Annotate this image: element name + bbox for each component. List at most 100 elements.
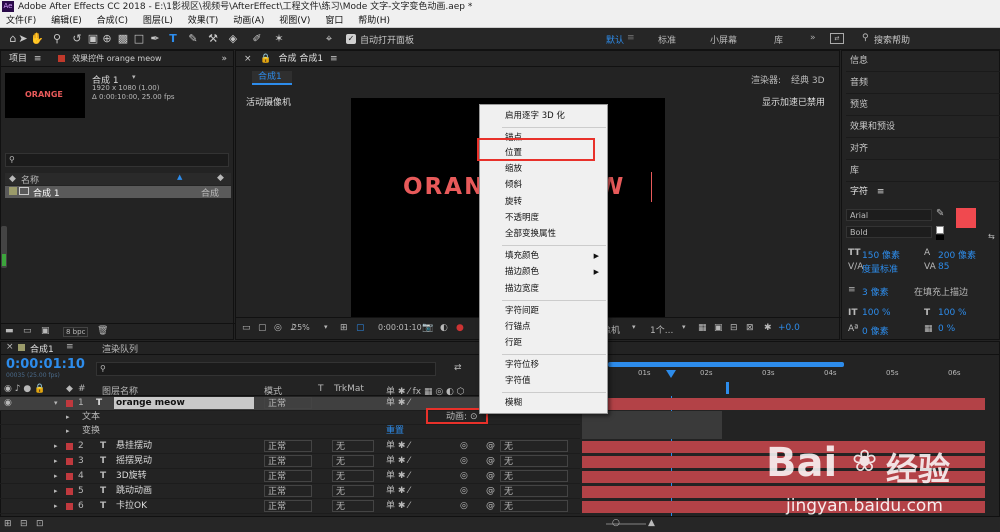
project-item-row[interactable]: 合成 1 合成 (5, 186, 231, 199)
grid-icon[interactable]: ⊞ (340, 323, 348, 333)
menu-item-char-offset[interactable]: 字符位移 (505, 359, 605, 372)
menu-item-tracking[interactable]: 字符间距 (505, 305, 605, 318)
stroke-mode-dropdown[interactable]: 在填充上描边 (914, 285, 968, 298)
timeline-icon[interactable]: ⊟ (730, 323, 738, 333)
time-ruler[interactable]: 01s 02s 03s 04s 05s 06s (582, 360, 985, 396)
mode-dropdown[interactable]: 正常 (264, 455, 312, 467)
menu-item-stroke-color[interactable]: 描边颜色 ▶ (505, 266, 605, 279)
label-swatch[interactable] (66, 443, 73, 450)
snapshot-icon[interactable]: 📷 (422, 323, 433, 333)
search-help-input[interactable]: 搜索帮助 (874, 33, 910, 46)
camera-tool-icon[interactable]: ▣ (86, 32, 100, 46)
baseline-value[interactable]: 0 像素 (862, 324, 889, 337)
motion-blur-icon[interactable]: ◎ (460, 485, 468, 498)
orbit-tool-icon[interactable]: ⊕ (100, 32, 114, 46)
zoom-tool-icon[interactable]: ⚲ (50, 32, 64, 46)
hscale-value[interactable]: 100 % (938, 308, 967, 318)
puppet-tool-icon[interactable]: ✶ (272, 32, 286, 46)
exposure-icon[interactable]: ✱ (764, 323, 772, 333)
layer-name[interactable]: orange meow (114, 397, 254, 409)
expand-down-icon[interactable]: ▾ (54, 397, 58, 410)
exposure-value[interactable]: +0.0 (778, 323, 800, 333)
panel-preview[interactable]: 预览 (846, 94, 1000, 116)
label-swatch[interactable] (66, 400, 73, 407)
black-swatch[interactable] (936, 235, 944, 240)
parent-dropdown[interactable]: 无 (500, 455, 568, 467)
close-icon[interactable]: × (244, 54, 252, 64)
dropdown-arrow-icon[interactable]: ▾ (132, 73, 136, 81)
renderer-value[interactable]: 经典 3D (791, 73, 825, 86)
motion-blur-icon[interactable]: ◎ (460, 440, 468, 453)
menu-item-char-value[interactable]: 字符值 (505, 375, 605, 388)
menu-composition[interactable]: 合成(C) (97, 16, 128, 26)
trkmat-dropdown[interactable]: 无 (332, 470, 374, 482)
col-layer-name[interactable]: 图层名称 (102, 384, 138, 397)
roto-brush-tool-icon[interactable]: ✐ (250, 32, 264, 46)
layer-row-2[interactable]: ▸ 2 T 悬挂摆动 正常 无 单 ✱ ⁄ ◎ @ 无 (0, 440, 580, 454)
panel-info[interactable]: 信息 (846, 50, 1000, 72)
menu-item-fill-color[interactable]: 填充颜色 ▶ (505, 250, 605, 263)
menu-layer[interactable]: 图层(L) (143, 16, 173, 26)
menu-effect[interactable]: 效果(T) (188, 16, 219, 26)
layer-name[interactable]: 摇摆晃动 (116, 455, 152, 468)
zoom-level[interactable]: 25% (292, 323, 310, 332)
visibility-icon[interactable]: ◉ (4, 397, 12, 410)
menu-help[interactable]: 帮助(H) (358, 16, 390, 26)
comp-mini-flowchart-icon[interactable]: ⇄ (454, 363, 462, 373)
sync-icon[interactable]: ⇄ (830, 33, 844, 44)
timeline-search-input[interactable]: ⚲ (96, 362, 436, 376)
trkmat-dropdown[interactable]: 无 (332, 485, 374, 497)
flowchart-icon[interactable]: ⊠ (746, 323, 754, 333)
work-area-end-icon[interactable] (726, 382, 729, 394)
pickwhip-icon[interactable]: @ (486, 455, 495, 468)
layer-row-4[interactable]: ▸ 4 T 3D旋转 正常 无 单 ✱ ⁄ ◎ @ 无 (0, 470, 580, 484)
layer-switches[interactable]: 单 ✱ ⁄ (386, 455, 410, 468)
menu-item-line-anchor[interactable]: 行锚点 (505, 321, 605, 334)
always-preview-icon[interactable]: ▭ (242, 323, 251, 333)
current-time[interactable]: 0:00:01:10 (378, 323, 422, 332)
reset-link[interactable]: 重置 (386, 425, 404, 438)
expand-right-icon[interactable]: ▸ (54, 500, 58, 513)
label-swatch[interactable] (66, 458, 73, 465)
tab-effects-controls[interactable]: 效果控件 orange meow (72, 54, 161, 63)
snapping-icon[interactable]: ⌖ (322, 32, 336, 46)
vscale-value[interactable]: 100 % (862, 308, 891, 318)
workspace-menu-icon[interactable]: ≡ (627, 33, 635, 43)
panel-align[interactable]: 对齐 (846, 138, 1000, 160)
menu-file[interactable]: 文件(F) (6, 16, 36, 26)
chevron-right-icon[interactable]: » (810, 33, 816, 43)
trash-icon[interactable]: 🗑 (97, 326, 108, 336)
comp-sub-tab[interactable]: 合成1 (252, 71, 292, 85)
trkmat-dropdown[interactable]: 无 (332, 455, 374, 467)
menu-item-per-char-3d[interactable]: 启用逐字 3D 化 (505, 110, 605, 123)
parent-dropdown[interactable]: 无 (500, 500, 568, 512)
tag-icon[interactable]: ◆ (217, 173, 224, 183)
col-mode[interactable]: 模式 (264, 384, 282, 397)
channel-icon[interactable]: ● (456, 323, 464, 333)
label-swatch[interactable] (66, 473, 73, 480)
brush-tool-icon[interactable]: ✎ (186, 32, 200, 46)
type-tool-icon[interactable]: T (166, 32, 180, 46)
timecode[interactable]: 0:00:01:10 (6, 357, 85, 372)
expand-right-icon[interactable]: ▸ (54, 455, 58, 468)
fast-preview-icon[interactable]: ▣ (714, 323, 723, 333)
parent-dropdown[interactable]: 无 (500, 485, 568, 497)
new-folder-icon[interactable]: ▭ (23, 326, 32, 336)
menu-window[interactable]: 窗口 (325, 16, 343, 26)
views-dropdown[interactable]: 1个... (650, 323, 673, 336)
white-swatch[interactable] (936, 226, 944, 234)
lock-icon[interactable]: 🔒 (260, 54, 271, 64)
panel-menu-icon[interactable]: ≡ (34, 54, 42, 64)
label-swatch[interactable] (66, 488, 73, 495)
panel-audio[interactable]: 音频 (846, 72, 1000, 94)
menu-animation[interactable]: 动画(A) (233, 16, 264, 26)
layer-row-transform-group[interactable]: ▸ 变换 重置 (0, 425, 580, 439)
tab-timeline-comp[interactable]: 合成1 (30, 342, 54, 355)
motion-blur-icon[interactable]: ◎ (460, 455, 468, 468)
column-name[interactable]: 名称 (21, 173, 39, 186)
panel-effects-presets[interactable]: 效果和预设 (846, 116, 1000, 138)
col-trkmat[interactable]: TrkMat (334, 384, 364, 394)
mode-dropdown[interactable]: 正常 (264, 485, 312, 497)
show-snapshot-icon[interactable]: ◐ (440, 323, 448, 333)
layer-name[interactable]: 悬挂摆动 (116, 440, 152, 453)
